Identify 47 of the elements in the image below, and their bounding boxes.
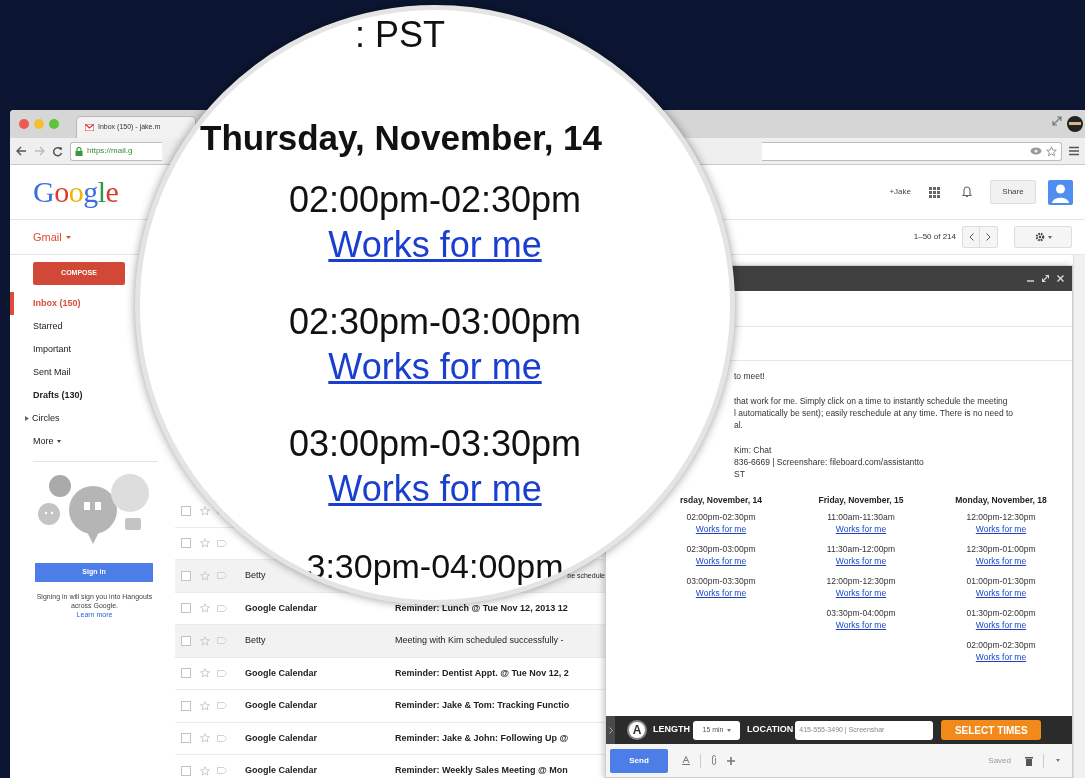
saved-status: Saved [988, 754, 1011, 767]
location-label: LOCATION [747, 723, 794, 737]
length-label: LENGTH [653, 723, 690, 737]
time-slot: 02:00pm-02:30pm [686, 511, 756, 523]
time-slot: 11:30am-12:00pm [826, 543, 896, 555]
email-subject: Reminder: Jake & John: Following Up @ [395, 731, 569, 745]
email-sender: Google Calendar [245, 764, 318, 777]
message-line: al. [734, 419, 744, 431]
message-line: l automatically be sent); easily reschedule at any time. There is no need to [734, 407, 1015, 419]
scheduler-logo: A [627, 720, 647, 740]
timezone-label: : PST [355, 15, 446, 55]
time-slot: 12:00pm-12:30pm [966, 511, 1036, 523]
time-slot: 01:30pm-02:00pm [966, 607, 1036, 619]
message-line: ST [734, 468, 746, 480]
time-slot: 02:00pm-02:30pm [966, 639, 1036, 651]
time-slot: 03:00pm-03:30pm [686, 575, 756, 587]
time-slot: 02:00pm-02:30pm [288, 180, 582, 220]
email-sender: Google Calendar [245, 731, 318, 745]
google-logo: Google [33, 176, 119, 208]
day-heading: rsday, November, 14 [679, 494, 763, 506]
email-subject: Reminder: Lunch @ Tue Nov 12, 2013 12 [395, 601, 568, 615]
day-heading: Friday, November, 15 [818, 494, 904, 506]
time-slot: 03:30pm-04:00pm [826, 607, 896, 619]
email-sender: Google Calendar [245, 699, 318, 712]
email-sender: Betty [245, 569, 267, 582]
time-slot: 02:30pm-03:00pm [288, 302, 582, 342]
time-slot: 01:00pm-01:30pm [966, 575, 1036, 587]
time-slot: 02:30pm-03:00pm [686, 543, 756, 555]
time-slot: 03:00pm-03:30pm [288, 424, 582, 464]
email-sender: Google Calendar [245, 601, 318, 615]
message-line: that work for me. Simply click on a time to instantly schedule the meeting [734, 395, 1009, 407]
message-line: Kim: Chat [734, 444, 773, 456]
message-line: 836-6669 | Screenshare: fileboard.com/assistantto [734, 456, 925, 468]
time-slot: 11:00am-11:30am [827, 511, 895, 523]
time-slot: 12:30pm-01:00pm [966, 543, 1036, 555]
time-slot: 3:30pm-04:00pm [306, 546, 564, 586]
email-subject: Meeting with Kim scheduled successfully - [395, 634, 564, 647]
email-sender: Betty [245, 634, 267, 647]
pagination-label: 1–50 of 214 [913, 231, 956, 243]
email-sender: Google Calendar [245, 666, 318, 680]
day-heading: Monday, November, 18 [955, 494, 1047, 506]
time-slot: 12:00pm-12:30pm [826, 575, 896, 587]
email-subject: Reminder: Dentist Appt. @ Tue Nov 12, 2 [395, 666, 569, 680]
email-subject: Reminder: Jake & Tom: Tracking Functio [395, 699, 570, 712]
email-subject: Reminder: Weekly Sales Meeting @ Mon [395, 764, 568, 777]
day-heading: Thursday, November, 14 [200, 118, 602, 158]
message-line: to meet! [734, 370, 766, 382]
